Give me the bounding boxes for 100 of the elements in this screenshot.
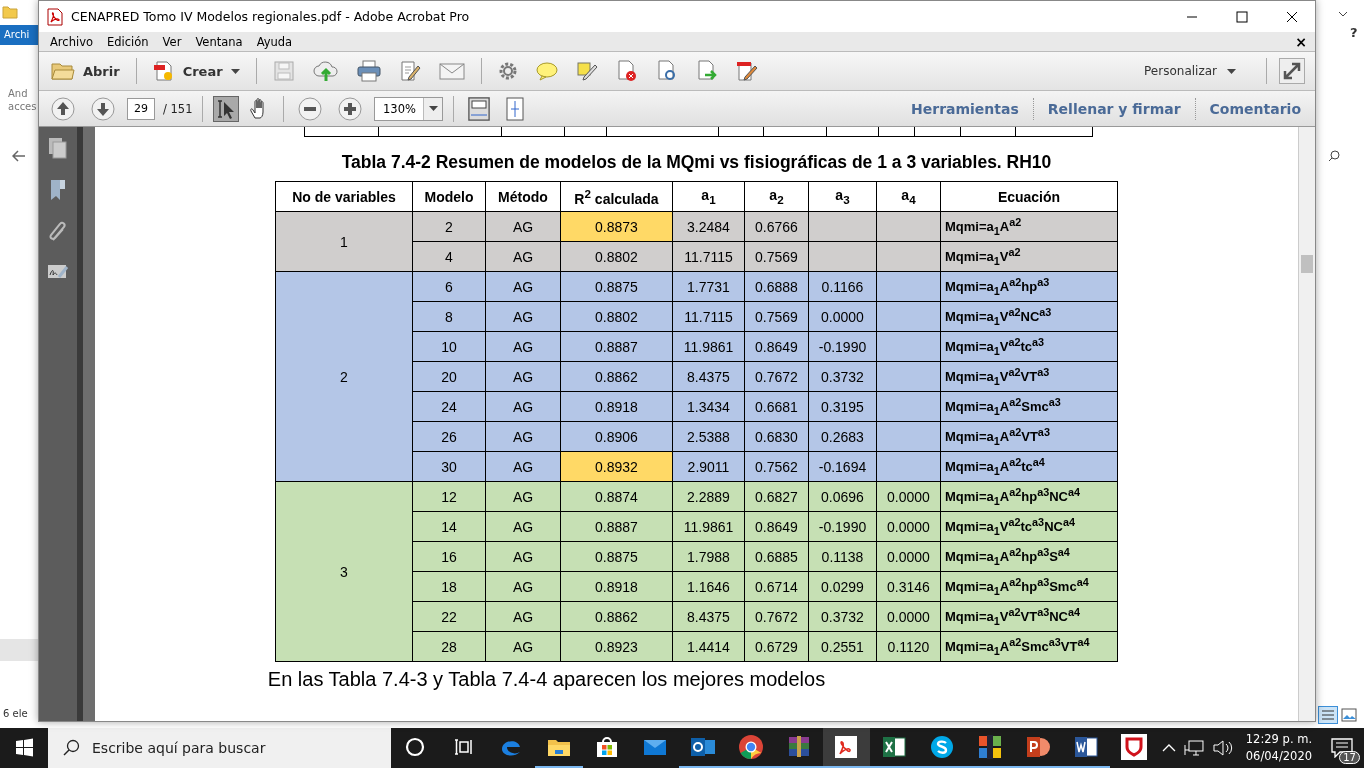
table-cell: -0.1990: [808, 511, 877, 542]
selected-row[interactable]: [0, 639, 40, 661]
column-header: No de variables: [275, 181, 413, 212]
table-cell: Mqmi=a$_{1}$A$^{a2}$hp$^{a3}$S$^{a4}$: [940, 541, 1118, 572]
table-cell: 0.8887: [560, 511, 673, 542]
ribbon-tab[interactable]: Archi: [0, 25, 38, 45]
table-cell: 0.3146: [876, 571, 941, 602]
signature-icon[interactable]: [47, 263, 69, 281]
table-cell: 0.6714: [744, 571, 809, 602]
table-cell: 0.8875: [560, 271, 673, 302]
back-arrow-icon[interactable]: [12, 150, 26, 162]
menu-item[interactable]: Ayuda: [249, 34, 300, 49]
table-cell: 11.9861: [672, 511, 745, 542]
select-tool-button[interactable]: [213, 95, 240, 122]
settings-icon[interactable]: [497, 61, 518, 81]
email-icon[interactable]: [438, 61, 465, 81]
table-cell: 0.6830: [744, 421, 809, 452]
panel-link[interactable]: Comentario: [1203, 100, 1307, 117]
document-edit-icon[interactable]: [735, 60, 758, 82]
document-close-button[interactable]: ×: [1287, 33, 1315, 50]
table-cell: 0.8649: [744, 511, 809, 542]
table-cell: AG: [485, 571, 561, 602]
open-button[interactable]: Abrir: [47, 59, 124, 83]
table-cell: Mqmi=a$_{1}$A$^{a2}$VT$^{a3}$: [940, 421, 1118, 452]
previous-page-button[interactable]: [51, 96, 75, 121]
zoom-dropdown[interactable]: 130%: [374, 96, 444, 121]
column-header: Método: [485, 181, 561, 212]
clock[interactable]: 12:29 p. m. 06/04/2020: [1245, 731, 1313, 765]
menu-item[interactable]: Archivo: [43, 34, 100, 49]
scrollbar[interactable]: [1298, 127, 1315, 721]
pages-icon[interactable]: [48, 137, 68, 159]
details-view-icon[interactable]: [1318, 706, 1338, 724]
table-cell: Mqmi=a$_{1}$V$^{a2}$NC$^{a3}$: [940, 301, 1118, 332]
search-field[interactable]: Escribe aquí para buscar: [48, 728, 392, 768]
menu-item[interactable]: Edición: [100, 34, 156, 49]
caret-icon: [230, 68, 240, 74]
table-cell: 1: [275, 211, 413, 272]
column-header: a$_{2}$: [744, 181, 809, 212]
menu-item[interactable]: Ventana: [188, 34, 250, 49]
table-cell: 26: [412, 421, 486, 452]
cloud-upload-icon[interactable]: [312, 60, 339, 82]
print-icon[interactable]: [356, 60, 381, 82]
table-cell: AG: [485, 241, 561, 272]
bookmark-icon[interactable]: [50, 179, 66, 201]
panel-link[interactable]: Herramientas: [905, 100, 1025, 117]
table-cell: AG: [485, 391, 561, 422]
thumbnail-view-icon[interactable]: [1341, 708, 1357, 722]
document-refresh-icon[interactable]: [655, 60, 678, 82]
text-highlight-icon[interactable]: [575, 60, 598, 82]
table-cell: 0.2683: [808, 421, 877, 452]
help-button[interactable]: ?: [1350, 25, 1358, 40]
table-cell: AG: [485, 361, 561, 392]
table-cell: 0.8649: [744, 331, 809, 362]
table-cell: 0.8887: [560, 331, 673, 362]
table-cell: 0.6681: [744, 391, 809, 422]
table-cell: AG: [485, 511, 561, 542]
table-cell: 1.3434: [672, 391, 745, 422]
window-title: CENAPRED Tomo IV Modelos regionales.pdf - Adobe Acrobat Pro: [71, 9, 470, 24]
network-icon[interactable]: [1183, 739, 1204, 757]
caret-icon[interactable]: [1161, 743, 1176, 753]
table-cell: AG: [485, 451, 561, 482]
zoom-in-button[interactable]: [338, 96, 363, 121]
chevron-icon[interactable]: [1338, 11, 1348, 17]
table-cell: -0.1990: [808, 331, 877, 362]
notification-badge: 17: [1339, 751, 1360, 764]
edit-document-icon[interactable]: [398, 60, 421, 82]
fit-page-button[interactable]: [506, 96, 525, 121]
table-cell: 0.8923: [560, 631, 673, 662]
next-page-button[interactable]: [91, 96, 115, 121]
panel-link[interactable]: Rellenar y firmar: [1041, 100, 1187, 117]
table-cell: 11.7115: [672, 301, 745, 332]
table-cell: AG: [485, 331, 561, 362]
table-cell: 1.1646: [672, 571, 745, 602]
table-cell: 0.6885: [744, 541, 809, 572]
table-cell: 0.0696: [808, 481, 877, 512]
page-number-field[interactable]: 29: [127, 97, 155, 120]
expand-icon[interactable]: [1279, 58, 1305, 84]
menu-item[interactable]: Ver: [155, 34, 189, 49]
search-icon[interactable]: [1328, 150, 1340, 162]
zoom-out-button[interactable]: [298, 96, 323, 121]
table-caption: Tabla 7.4-2 Resumen de modelos de la MQmi vs fisiográficas de 1 a 3 variables. RH10: [341, 152, 1052, 173]
paperclip-icon[interactable]: [48, 221, 68, 243]
table-cell: 1.7988: [672, 541, 745, 572]
fit-width-button[interactable]: [468, 96, 491, 121]
body-text: En las Tabla 7.4-3 y Tabla 7.4-4 aparecen los mejores modelos: [267, 668, 826, 691]
table-cell: 22: [412, 601, 486, 632]
table-cell: 0.8906: [560, 421, 673, 452]
table-cell: 4: [412, 241, 486, 272]
column-header: a$_{3}$: [808, 181, 877, 212]
customize-dropdown[interactable]: Personalizar: [1138, 63, 1242, 79]
taskbar-app-button[interactable]: [822, 728, 871, 768]
table-cell: 14: [412, 511, 486, 542]
document-delete-icon[interactable]: [615, 60, 638, 82]
table-cell: AG: [485, 211, 561, 242]
volume-icon[interactable]: [1211, 739, 1234, 757]
create-button[interactable]: Crear: [148, 58, 244, 84]
table-cell: 10: [412, 331, 486, 362]
table-cell: 8.4375: [672, 601, 745, 632]
document-export-icon[interactable]: [695, 60, 718, 82]
table-cell: 2.2889: [672, 481, 745, 512]
